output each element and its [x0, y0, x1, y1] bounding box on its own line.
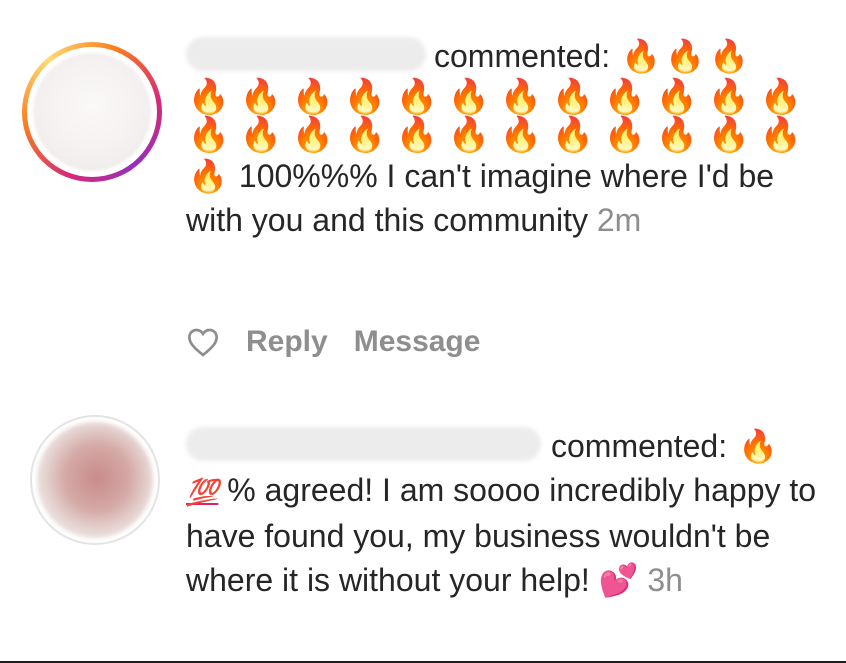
username-redacted[interactable] — [186, 37, 426, 71]
commented-label: commented: — [434, 38, 611, 74]
fire-emoji: 🔥 — [759, 78, 809, 116]
fire-emoji: 🔥 — [239, 116, 289, 154]
comment-item: commented: 🔥 💯 % agreed! I am soooo incr… — [0, 395, 846, 663]
fire-emoji: 🔥 — [447, 78, 497, 116]
comment-text: commented: 🔥 💯 % agreed! I am soooo incr… — [186, 424, 836, 602]
fire-emoji: 🔥 — [603, 116, 653, 154]
two-hearts-emoji: 💕 — [598, 562, 639, 598]
fire-emoji: 🔥 — [499, 78, 549, 116]
comment-body: % agreed! I am soooo incredibly happy to… — [186, 472, 817, 598]
commented-label: commented: — [551, 428, 728, 464]
timestamp: 2m — [596, 202, 642, 238]
fire-emoji: 🔥 — [395, 116, 445, 154]
fire-emoji: 🔥 — [551, 116, 601, 154]
fire-emoji: 🔥 — [499, 116, 549, 154]
comment-actions: Reply Message — [186, 325, 480, 359]
fire-emoji: 🔥 — [188, 158, 228, 194]
heart-icon[interactable] — [186, 327, 220, 357]
fire-emoji: 🔥 — [655, 116, 705, 154]
comment-text: commented: 🔥 🔥 🔥 🔥 🔥 🔥 🔥 🔥 🔥 🔥 🔥 🔥 🔥 🔥 🔥 🔥 🔥 🔥 🔥 🔥 🔥 🔥 🔥 🔥 🔥 🔥 🔥… — [186, 34, 836, 242]
fire-emoji: 🔥 — [395, 78, 445, 116]
fire-emoji: 🔥 — [738, 428, 778, 464]
fire-emoji: 🔥 — [187, 116, 237, 154]
avatar[interactable] — [30, 415, 160, 545]
fire-emoji: 🔥 — [603, 78, 653, 116]
hundred-points-emoji: 💯 — [186, 477, 219, 507]
avatar-image — [37, 422, 153, 538]
story-ring — [27, 47, 157, 177]
fire-emoji: 🔥 — [187, 78, 237, 116]
fire-emoji: 🔥 — [291, 78, 341, 116]
avatar[interactable] — [22, 42, 162, 182]
fire-emoji: 🔥 — [239, 78, 289, 116]
timestamp: 3h — [647, 562, 683, 598]
username-redacted[interactable] — [186, 427, 541, 461]
fire-emoji: 🔥 — [621, 38, 661, 74]
fire-emoji: 🔥 — [707, 78, 757, 116]
fire-emoji: 🔥 — [655, 78, 705, 116]
comment-body: 100%%% I can't imagine where I'd be with… — [186, 158, 775, 238]
fire-emoji: 🔥 — [343, 78, 393, 116]
fire-emoji: 🔥 — [551, 78, 601, 116]
fire-emoji: 🔥 — [291, 116, 341, 154]
fire-emoji-row: 🔥 🔥 🔥 🔥 🔥 🔥 🔥 🔥 🔥 🔥 🔥 🔥 — [186, 116, 836, 154]
fire-emoji-row: 🔥 🔥 🔥 🔥 🔥 🔥 🔥 🔥 🔥 🔥 🔥 🔥 — [186, 78, 836, 116]
fire-emoji: 🔥 — [343, 116, 393, 154]
fire-emoji: 🔥 — [759, 116, 809, 154]
reply-button[interactable]: Reply — [246, 325, 328, 359]
fire-emoji: 🔥 — [707, 116, 757, 154]
fire-emoji: 🔥 — [665, 38, 705, 74]
avatar-image — [33, 53, 151, 171]
comment-item: commented: 🔥 🔥 🔥 🔥 🔥 🔥 🔥 🔥 🔥 🔥 🔥 🔥 🔥 🔥 🔥 🔥 🔥 🔥 🔥 🔥 🔥 🔥 🔥 🔥 🔥 🔥 🔥… — [0, 0, 846, 395]
fire-emoji: 🔥 — [709, 38, 749, 74]
fire-emoji: 🔥 — [447, 116, 497, 154]
message-button[interactable]: Message — [354, 325, 481, 359]
